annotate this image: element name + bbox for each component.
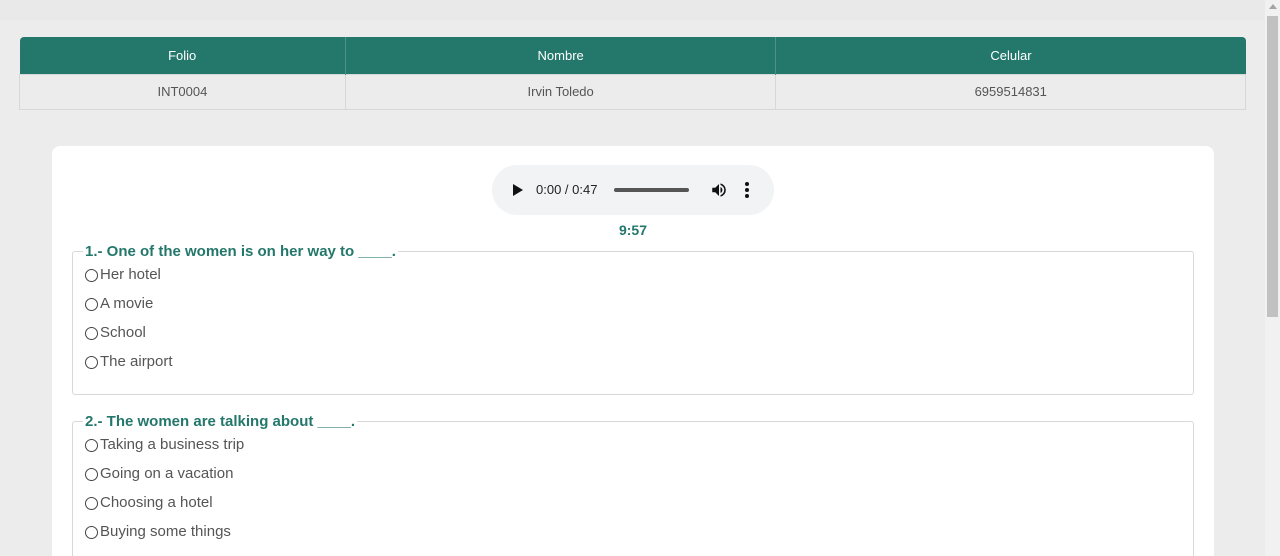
vertical-scrollbar[interactable]	[1265, 0, 1280, 556]
question-1-option-1[interactable]: Her hotel	[85, 260, 1181, 289]
radio-button[interactable]	[85, 438, 98, 452]
cell-celular: 6959514831	[775, 73, 1246, 110]
more-options-icon[interactable]	[745, 182, 749, 198]
question-2: 2.- The women are talking about ____. Ta…	[72, 413, 1194, 556]
play-icon[interactable]	[513, 184, 523, 196]
header-folio: Folio	[19, 37, 346, 74]
student-info-table: Folio Nombre Celular INT0004 Irvin Toled…	[19, 37, 1246, 110]
question-2-title: 2.- The women are talking about ____.	[85, 413, 356, 430]
option-label: Her hotel	[100, 266, 161, 283]
question-1-option-4[interactable]: The airport	[85, 347, 1181, 376]
audio-progress-slider[interactable]	[614, 188, 689, 192]
question-2-option-4[interactable]: Buying some things	[85, 517, 1181, 546]
question-2-option-1[interactable]: Taking a business trip	[85, 430, 1181, 459]
question-1-option-2[interactable]: A movie	[85, 289, 1181, 318]
header-nombre: Nombre	[345, 37, 777, 74]
exam-card: 0:00 / 0:47 9:57 1.- One of the women is…	[52, 146, 1214, 556]
option-label: Taking a business trip	[100, 436, 245, 453]
audio-player[interactable]: 0:00 / 0:47	[492, 165, 774, 215]
question-2-option-2[interactable]: Going on a vacation	[85, 459, 1181, 488]
header-celular: Celular	[775, 37, 1246, 74]
radio-button[interactable]	[85, 467, 98, 481]
question-2-option-3[interactable]: Choosing a hotel	[85, 488, 1181, 517]
radio-button[interactable]	[85, 268, 98, 282]
question-1-title: 1.- One of the women is on her way to __…	[85, 243, 396, 260]
question-1-option-3[interactable]: School	[85, 318, 1181, 347]
radio-button[interactable]	[85, 355, 98, 369]
countdown-timer: 9:57	[618, 222, 648, 238]
table-row: INT0004 Irvin Toledo 6959514831	[19, 73, 1246, 110]
option-label: School	[100, 324, 146, 341]
radio-button[interactable]	[85, 326, 98, 340]
question-1: 1.- One of the women is on her way to __…	[72, 243, 1194, 395]
audio-time: 0:00 / 0:47	[536, 182, 598, 197]
option-label: A movie	[100, 295, 154, 312]
option-label: Going on a vacation	[100, 465, 234, 482]
option-label: Choosing a hotel	[100, 494, 213, 511]
option-label: Buying some things	[100, 523, 231, 540]
radio-button[interactable]	[85, 297, 98, 311]
cell-nombre: Irvin Toledo	[344, 73, 777, 110]
scroll-up-arrow-icon[interactable]	[1269, 4, 1277, 9]
scrollbar-thumb[interactable]	[1267, 16, 1278, 317]
volume-icon[interactable]	[710, 181, 728, 199]
radio-button[interactable]	[85, 525, 98, 539]
option-label: The airport	[100, 353, 173, 370]
top-bar	[0, 0, 1265, 20]
cell-folio: INT0004	[19, 73, 346, 110]
radio-button[interactable]	[85, 496, 98, 510]
